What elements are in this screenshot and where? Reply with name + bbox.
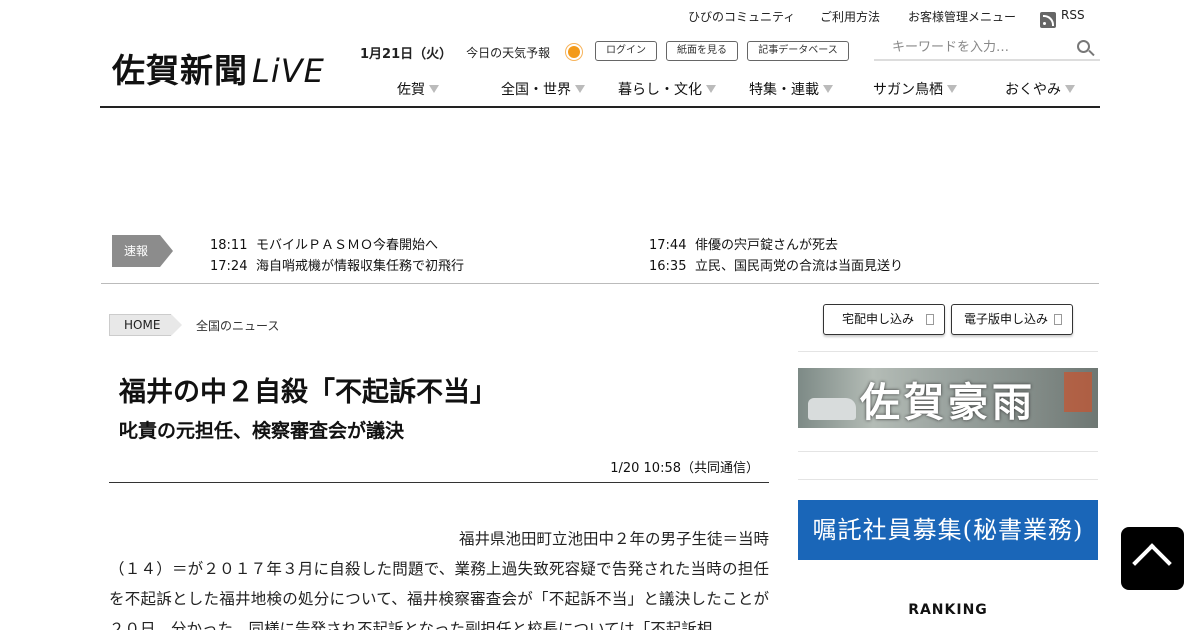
usage-link[interactable]: ご利用方法 [820,8,880,25]
news-headline: モバイルＰＡＳＭＯ今春開始へ [256,238,439,253]
article-title: 福井の中２自殺「不起訴不当」 [119,377,497,408]
breadcrumb-current[interactable]: 全国のニュース [196,317,279,334]
search-input[interactable] [874,35,1064,59]
ranking-heading: RANKING [908,602,988,618]
home-delivery-label: 宅配申し込み [842,312,915,326]
main-nav: 佐賀 全国・世界 暮らし・文化 特集・連載 サガン鳥栖 おくやみ [0,79,1200,101]
nav-item-obituaries[interactable]: おくやみ [1005,79,1075,99]
sun-icon [568,46,581,58]
search-icon[interactable] [1077,40,1090,53]
article-subtitle: 叱責の元担任、検察審査会が議決 [119,420,405,442]
article-dateline: 1/20 10:58（共同通信） [610,461,759,476]
breaking-news-divider [101,283,1099,284]
nav-label: 暮らし・文化 [618,82,702,98]
news-time: 17:24 [210,259,248,274]
breaking-news-item[interactable]: 17:44 俳優の宍戸錠さんが死去 [649,234,838,253]
search-box [874,35,1100,61]
nav-label: 特集・連載 [749,82,819,98]
chevron-down-icon [947,85,957,93]
news-headline: 立民、国民両党の合流は当面見送り [695,259,904,274]
sidebar-divider [798,351,1098,352]
breadcrumb-home[interactable]: HOME [109,314,182,336]
e-edition-button[interactable]: 電子版申し込み [951,304,1073,335]
nav-divider [100,106,1100,108]
car-image [808,398,856,420]
nav-item-life-culture[interactable]: 暮らし・文化 [618,79,716,99]
date-weather-bar: 1月21日（火） 今日の天気予報 [360,42,581,62]
building-image [1064,372,1092,412]
community-link[interactable]: ひびのコミュニティ [688,8,795,25]
e-edition-label: 電子版申し込み [964,312,1049,326]
article-database-button[interactable]: 記事データベース [747,41,849,61]
home-delivery-button[interactable]: 宅配申し込み [823,304,945,335]
nav-label: 佐賀 [397,82,425,98]
news-time: 18:11 [210,238,248,253]
news-time: 16:35 [649,259,687,274]
chevron-down-icon [1065,85,1075,93]
rss-link[interactable]: RSS [1061,8,1085,22]
nav-item-features[interactable]: 特集・連載 [749,79,833,99]
saga-flood-banner[interactable]: 佐賀豪雨 [798,368,1098,428]
document-icon [1054,314,1062,325]
article-body: 福井県池田町立池田中２年の男子生徒＝当時 （１４）＝が２０１７年３月に自殺した問… [109,524,769,630]
login-button[interactable]: ログイン [595,41,657,61]
chevron-down-icon [429,85,439,93]
recruitment-banner[interactable]: 嘱託社員募集(秘書業務) [798,500,1098,560]
chevron-down-icon [706,85,716,93]
view-paper-button[interactable]: 紙面を見る [666,41,738,61]
breaking-news-label: 速報 [112,235,173,267]
article-body-text: （１４）＝が２０１７年３月に自殺した問題で、業務上過失致死容疑で告発された当時の… [109,560,769,630]
article-divider [109,482,769,483]
breaking-news-item[interactable]: 17:24 海自哨戒機が情報収集任務で初飛行 [210,255,464,274]
article-body-lead: 福井県池田町立池田中２年の男子生徒＝当時 [458,530,769,548]
chevron-down-icon [823,85,833,93]
weather-link[interactable]: 今日の天気予報 [466,44,550,61]
news-headline: 海自哨戒機が情報収集任務で初飛行 [256,259,465,274]
back-to-top-button[interactable] [1121,527,1184,590]
banner-title: 佐賀豪雨 [860,379,1036,426]
utility-links: ひびのコミュニティ ご利用方法 お客様管理メニュー RSS [0,6,1200,28]
news-headline: 俳優の宍戸錠さんが死去 [695,238,839,253]
nav-item-sagan-tosu[interactable]: サガン鳥栖 [873,79,957,99]
nav-label: 全国・世界 [501,82,571,98]
rss-icon[interactable] [1040,12,1056,28]
news-time: 17:44 [649,238,687,253]
sidebar-divider [798,451,1098,452]
customer-menu-link[interactable]: お客様管理メニュー [908,8,1016,25]
sidebar-divider [798,479,1098,480]
nav-label: サガン鳥栖 [873,82,943,98]
breaking-news-item[interactable]: 16:35 立民、国民両党の合流は当面見送り [649,255,903,274]
current-date: 1月21日（火） [360,46,453,62]
document-icon [926,314,934,325]
breaking-news-item[interactable]: 18:11 モバイルＰＡＳＭＯ今春開始へ [210,234,438,253]
chevron-down-icon [575,85,585,93]
nav-label: おくやみ [1005,82,1061,98]
nav-item-saga[interactable]: 佐賀 [397,79,439,99]
nav-item-national-world[interactable]: 全国・世界 [501,79,585,99]
